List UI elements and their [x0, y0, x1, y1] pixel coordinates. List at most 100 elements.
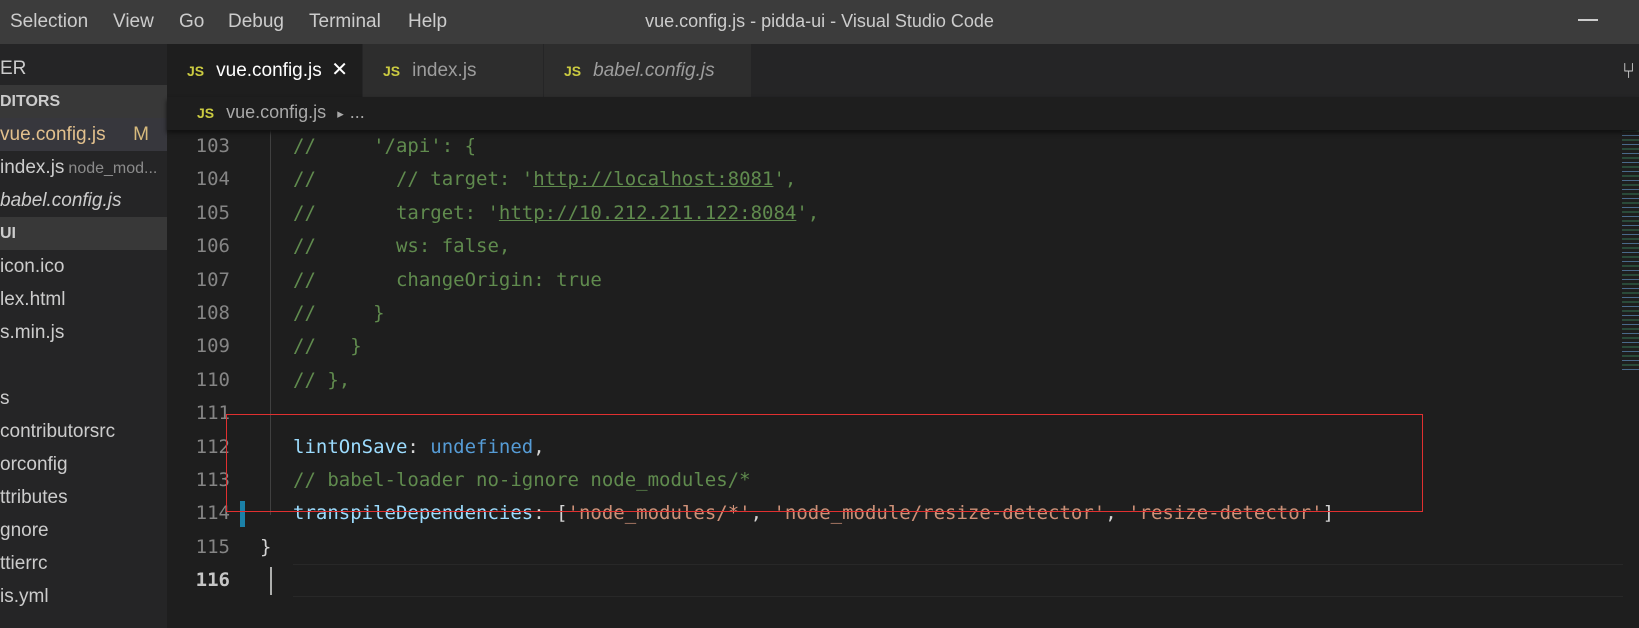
highlight-box [226, 414, 1423, 512]
file-label: babel.config.js [0, 190, 122, 211]
code-line[interactable]: // changeOrigin: true [293, 264, 602, 297]
section-header[interactable]: DITORS [0, 85, 167, 118]
code-line[interactable]: // }, [293, 364, 350, 397]
breadcrumb-file[interactable]: vue.config.js [226, 102, 326, 122]
file-item[interactable]: is.yml [0, 580, 167, 613]
code-line[interactable]: // target: 'http://10.212.211.122:8084', [293, 197, 819, 230]
line-number: 104 [195, 168, 230, 190]
file-label: DITORS [0, 93, 61, 110]
code-token-comment: // } [293, 335, 362, 357]
file-item[interactable]: vue.config.js M [0, 118, 167, 151]
file-item[interactable]: gnore [0, 514, 167, 547]
explorer-sidebar: ER DITORS vue.config.js Mindex.js node_mod..… [0, 44, 167, 628]
breadcrumb: JS vue.config.js ▸... [167, 97, 1639, 130]
breadcrumb-symbol[interactable]: ... [350, 102, 365, 122]
line-number: 116 [195, 569, 230, 591]
file-label: ttierrc [0, 553, 48, 574]
file-item[interactable]: ttierrc [0, 547, 167, 580]
code-token-comment: // '/api': { [293, 135, 477, 157]
js-file-icon: JS [187, 63, 205, 79]
code-line[interactable]: // '/api': { [293, 130, 476, 163]
code-line[interactable]: // ws: false, [293, 230, 510, 263]
code-token-comment: // }, [293, 369, 351, 391]
file-label: UI [0, 225, 16, 242]
minimize-button[interactable] [1578, 19, 1598, 21]
file-item[interactable]: s [0, 382, 167, 415]
tab-label: index.js [412, 60, 477, 81]
line-number: 115 [195, 536, 230, 558]
code-token-comment: // } [293, 302, 385, 324]
js-file-icon: JS [383, 63, 401, 79]
file-label: ER [0, 58, 27, 79]
line-number: 105 [195, 202, 230, 224]
file-label: gnore [0, 520, 49, 541]
line-number: 103 [195, 135, 230, 157]
code-token-plain: } [260, 536, 272, 558]
code-token-comment: ', [796, 202, 820, 224]
code-token-comment: // ws: false, [293, 235, 511, 257]
file-item[interactable] [0, 349, 167, 382]
line-number: 107 [195, 269, 230, 291]
file-label: index.js [0, 157, 65, 178]
line-number: 113 [195, 469, 230, 491]
file-label: lex.html [0, 289, 66, 310]
minimap[interactable] [1622, 130, 1639, 370]
tab-index-js[interactable]: JS index.js [363, 44, 543, 97]
code-line[interactable]: } [260, 531, 271, 564]
close-icon[interactable]: ✕ [331, 44, 348, 97]
line-number: 110 [195, 369, 230, 391]
file-item[interactable]: icon.ico [0, 250, 167, 283]
source-control-icon[interactable]: ⑂ [1622, 58, 1635, 84]
tab-label: vue.config.js [216, 60, 322, 81]
code-line[interactable]: // // target: 'http://localhost:8081', [293, 163, 796, 196]
file-label: vue.config.js [0, 124, 106, 145]
text-cursor [270, 567, 272, 595]
code-token-comment: // target: ' [293, 202, 499, 224]
menu-view[interactable]: View [113, 11, 154, 33]
file-label: is.yml [0, 586, 49, 607]
file-label: s [0, 388, 10, 409]
code-token-comment: ', [773, 168, 797, 190]
file-item[interactable]: lex.html [0, 283, 167, 316]
code-token-url[interactable]: http://10.212.211.122:8084 [499, 202, 796, 224]
line-number: 106 [195, 235, 230, 257]
js-file-icon: JS [197, 105, 215, 121]
file-label: contributorsrc [0, 421, 116, 442]
file-item[interactable]: orconfig [0, 448, 167, 481]
menu-terminal[interactable]: Terminal [309, 11, 381, 33]
line-number: 109 [195, 335, 230, 357]
file-item[interactable]: ttributes [0, 481, 167, 514]
code-token-comment: // // target: ' [293, 168, 534, 190]
file-label: icon.ico [0, 256, 65, 277]
file-label: orconfig [0, 454, 68, 475]
line-number: 108 [195, 302, 230, 324]
tab-bar: JS vue.config.js ✕ JS index.js JS babel.config… [167, 44, 1639, 97]
tab-label: babel.config.js [593, 60, 715, 81]
code-token-url[interactable]: http://localhost:8081 [533, 168, 773, 190]
file-item[interactable]: babel.config.js [0, 184, 167, 217]
menu-help[interactable]: Help [408, 11, 447, 33]
title-bar: vue.config.js - pidda-ui - Visual Studio… [0, 0, 1639, 44]
section-header[interactable]: UI [0, 217, 167, 250]
line-number: 114 [195, 502, 230, 524]
menu-selection[interactable]: Selection [10, 11, 88, 33]
file-item[interactable]: contributorsrc [0, 415, 167, 448]
file-item[interactable]: ER [0, 52, 167, 85]
chevron-right-icon: ▸ [337, 106, 344, 121]
tab-babel-config-js[interactable]: JS babel.config.js [544, 44, 751, 97]
js-file-icon: JS [564, 63, 582, 79]
file-label: ttributes [0, 487, 68, 508]
line-number: 112 [195, 436, 230, 458]
menu-go[interactable]: Go [179, 11, 204, 33]
file-path: node_mod... [68, 160, 158, 177]
code-line[interactable]: // } [293, 330, 362, 363]
current-line-highlight [293, 564, 1623, 597]
menu-debug[interactable]: Debug [228, 11, 284, 33]
tab-vue-config-js[interactable]: JS vue.config.js ✕ [167, 44, 362, 97]
code-editor[interactable]: 103// '/api': {104// // target: 'http://… [167, 130, 1639, 628]
line-number: 111 [195, 402, 230, 424]
modified-badge: M [133, 124, 149, 145]
file-item[interactable]: index.js node_mod... [0, 151, 167, 184]
file-item[interactable]: s.min.js [0, 316, 167, 349]
code-line[interactable]: // } [293, 297, 385, 330]
